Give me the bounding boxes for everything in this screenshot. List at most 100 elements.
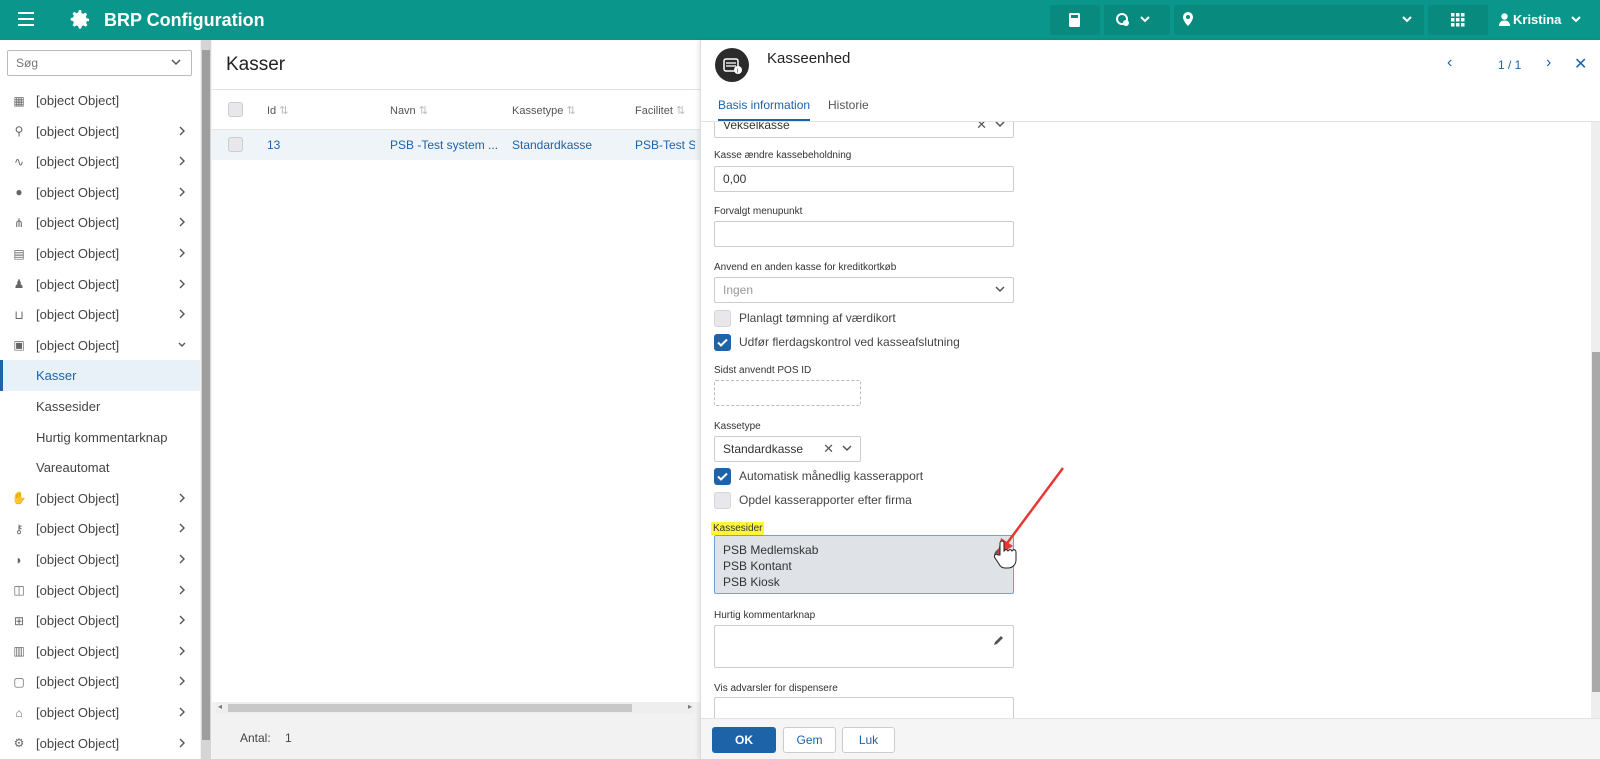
cell-facilitet[interactable]: PSB-Test S — [635, 138, 695, 152]
row-checkbox[interactable] — [228, 137, 243, 152]
sidebar-item-label: [object Object] — [36, 674, 120, 690]
sidebar-item-abonnementer[interactable]: ◗ [object Object] — [0, 544, 200, 575]
home-icon: ⌂ — [15, 705, 23, 720]
sidebar-item-lager[interactable]: ⊞ [object Object] — [0, 605, 200, 636]
chevron-down-icon — [995, 286, 1005, 293]
sidebar-search[interactable] — [7, 50, 192, 76]
search-input[interactable] — [8, 51, 158, 75]
kasse-aendre-label: Kasse ændre kassebeholdning — [714, 150, 852, 161]
column-header-kassetype[interactable]: Kassetype ⇅ — [512, 104, 576, 117]
cell-kassetype[interactable]: Standardkasse — [512, 138, 592, 152]
sidebar-item-indstillinger[interactable]: ⚙ [object Object] — [0, 728, 200, 759]
sidebar-item-marketingaktiviteter[interactable]: ▤ [object Object] — [0, 238, 200, 269]
count-value: 1 — [285, 731, 292, 745]
sidebar-item-personale-og-ressourcer[interactable]: ♟ [object Object] — [0, 269, 200, 300]
calculator-button[interactable] — [1050, 5, 1100, 35]
column-header-facilitet[interactable]: Facilitet ⇅ — [635, 104, 685, 117]
opdel-checkbox[interactable] — [714, 492, 731, 509]
chevron-right-icon — [179, 309, 185, 319]
forvalgt-menupunkt-field[interactable] — [714, 221, 1014, 247]
select-all-checkbox[interactable] — [228, 102, 243, 117]
gem-button[interactable]: Gem — [783, 727, 836, 753]
cart-icon: ⊔ — [14, 307, 24, 322]
list-header: Kasser — [212, 40, 702, 90]
table-row[interactable]: 13 PSB -Test system ... Standardkasse PS… — [212, 130, 702, 160]
svg-text:i: i — [737, 68, 738, 74]
udfoer-checkbox[interactable] — [714, 334, 731, 351]
sidebar-item-fakturering[interactable]: ▥ [object Object] — [0, 636, 200, 667]
scroll-left-icon[interactable]: ◂ — [218, 702, 222, 711]
sidebar-item-label: [object Object] — [36, 215, 120, 231]
kassetype-select[interactable]: Standardkasse ✕ — [714, 436, 861, 462]
next-record-icon[interactable]: › — [1546, 54, 1551, 72]
kassetype-label: Kassetype — [714, 421, 761, 432]
hurtig-kommentarknap-label: Hurtig kommentarknap — [714, 610, 816, 621]
user-icon — [1499, 13, 1510, 26]
cell-id[interactable]: 13 — [267, 138, 280, 152]
sidebar-item-finans[interactable]: ∿ [object Object] — [0, 146, 200, 177]
forvalgt-menupunkt-label: Forvalgt menupunkt — [714, 206, 803, 217]
tab-basis-information[interactable]: Basis information — [718, 98, 811, 121]
apps-button[interactable] — [1428, 5, 1488, 35]
kassesider-field[interactable]: PSB Medlemskab PSB Kontant PSB Kiosk — [714, 535, 1014, 594]
tab-historie[interactable]: Historie — [828, 98, 869, 119]
sidebar-item-personer[interactable]: ● [object Object] — [0, 177, 200, 208]
horizontal-scrollbar[interactable]: ◂ ▸ — [216, 702, 694, 714]
sidebar-item-adgang[interactable]: ⚷ [object Object] — [0, 513, 200, 544]
top-bar: BRP Configuration Kristina — [0, 0, 1600, 40]
previous-record-icon[interactable]: ‹ — [1447, 54, 1452, 72]
clear-icon[interactable]: ✕ — [976, 122, 987, 137]
sidebar-item-web-og-app[interactable]: ▢ [object Object] — [0, 666, 200, 697]
list-footer: Antal: 1 — [212, 716, 702, 759]
sidebar-item-dashboard[interactable]: ⌂ [object Object] — [0, 697, 200, 728]
sidst-pos-label: Sidst anvendt POS ID — [714, 365, 812, 376]
location-settings-button[interactable] — [1104, 5, 1170, 35]
ok-button[interactable]: OK — [712, 727, 776, 753]
kasse-aendre-field[interactable]: 0,00 — [714, 166, 1014, 192]
column-header-id[interactable]: Id ⇅ — [267, 104, 288, 117]
chevron-right-icon — [179, 615, 185, 625]
panel-scrollbar[interactable] — [1591, 122, 1600, 718]
sidebar-item-produkter[interactable]: ◫ [object Object] — [0, 575, 200, 606]
automatisk-checkbox[interactable] — [714, 468, 731, 485]
kassetype-top-select[interactable]: Vekselkasse ✕ — [714, 122, 1014, 138]
cell-navn[interactable]: PSB -Test system ... — [390, 138, 500, 152]
vis-advarsler-field[interactable] — [714, 697, 1014, 718]
gear-icon: ⚙ — [13, 736, 25, 751]
column-header-navn[interactable]: Navn ⇅ — [390, 104, 428, 117]
planlagt-checkbox[interactable] — [714, 310, 731, 327]
sidebar-subitem-vareautomat[interactable]: Vareautomat — [0, 452, 200, 483]
sidebar-item-label: [object Object] — [36, 490, 120, 506]
scroll-right-icon[interactable]: ▸ — [688, 702, 692, 711]
sidebar-item-firma[interactable]: ▦ [object Object] — [0, 85, 200, 116]
pencil-icon[interactable] — [993, 634, 1005, 646]
hurtig-kommentarknap-field[interactable] — [714, 625, 1014, 668]
user-menu[interactable]: Kristina — [1513, 12, 1561, 27]
panel-title: Kasseenhed — [767, 50, 851, 67]
record-pager: 1 / 1 — [1498, 58, 1522, 72]
sidebar-item-kasse[interactable]: ▣ [object Object] — [0, 330, 200, 361]
sidebar-scrollbar[interactable] — [201, 40, 211, 759]
anvend-kasse-select[interactable]: Ingen — [714, 277, 1014, 303]
sidebar-item-faciliteter[interactable]: ⚲ [object Object] — [0, 116, 200, 147]
sidebar-item-label: [object Object] — [36, 337, 120, 353]
sidebar-subitem-kasser[interactable]: Kasser — [0, 360, 200, 392]
sidebar-item-selvbetjening[interactable]: ✋ [object Object] — [0, 483, 200, 514]
sidebar-item-booking[interactable]: ⊔ [object Object] — [0, 299, 200, 330]
chevron-down-icon — [178, 342, 186, 347]
clear-icon[interactable]: ✕ — [823, 437, 834, 461]
menu-icon[interactable] — [18, 12, 34, 26]
sidebar-subitem-hurtig-kommentarknap[interactable]: Hurtig kommentarknap — [0, 422, 200, 453]
check-icon — [717, 338, 728, 347]
gear-icon — [70, 10, 89, 29]
button-bar: OK Gem Luk — [701, 718, 1600, 759]
boxes-icon: ⊞ — [13, 613, 25, 628]
luk-button[interactable]: Luk — [842, 727, 895, 753]
kassesider-item: PSB Kontant — [723, 559, 792, 573]
check-icon — [717, 472, 728, 481]
sidebar-subitem-kassesider[interactable]: Kassesider — [0, 391, 200, 422]
close-icon[interactable]: ✕ — [1574, 54, 1587, 74]
facility-select[interactable] — [1174, 5, 1424, 35]
chevron-right-icon — [179, 248, 185, 258]
sidebar-item-organisationer[interactable]: ⋔ [object Object] — [0, 207, 200, 238]
